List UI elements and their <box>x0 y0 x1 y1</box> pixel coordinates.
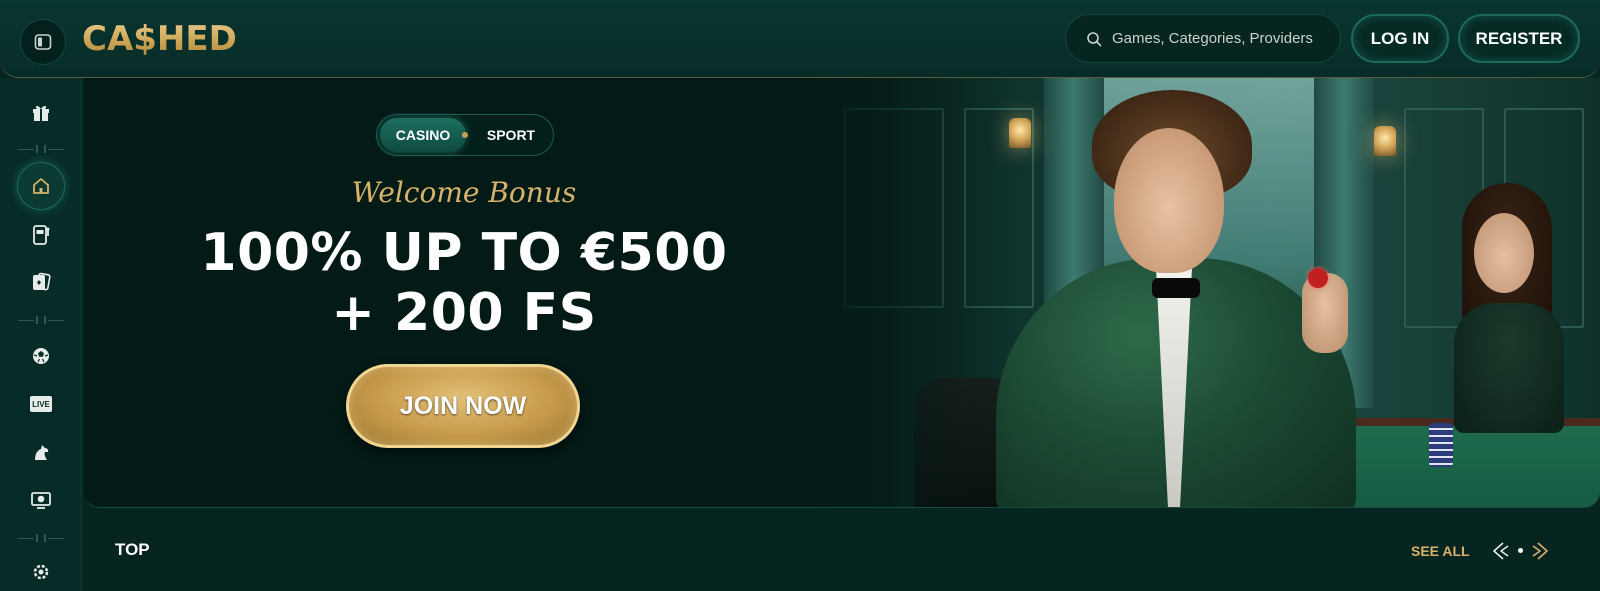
sidebar-toggle-icon <box>34 34 52 50</box>
switch-casino[interactable]: CASINO <box>380 118 466 152</box>
header: CA$HED Games, Categories, Providers LOG … <box>0 0 1600 78</box>
carousel-next-icon[interactable] <box>1530 539 1552 563</box>
welcome-bonus-label: Welcome Bonus <box>351 176 577 209</box>
casino-sport-switch: CASINO SPORT <box>376 114 554 156</box>
bonus-headline-line2: + 200 FS <box>331 283 597 343</box>
bonus-headline: 100% UP TO €500 + 200 FS <box>144 223 784 343</box>
register-button[interactable]: REGISTER <box>1458 14 1580 63</box>
search-placeholder: Games, Categories, Providers <box>1112 30 1313 47</box>
login-button[interactable]: LOG IN <box>1351 14 1449 63</box>
sidebar: LIVE <box>0 78 82 591</box>
sidebar-item-settings[interactable] <box>21 552 61 591</box>
search-icon <box>1087 31 1102 46</box>
search-input[interactable]: Games, Categories, Providers <box>1065 14 1341 63</box>
menu-toggle-button[interactable] <box>20 19 66 65</box>
sidebar-item-sports[interactable] <box>21 336 61 376</box>
join-now-button[interactable]: JOIN NOW <box>346 364 580 448</box>
settings-icon <box>33 564 49 580</box>
section-title-top: TOP <box>115 540 150 559</box>
bonus-headline-line1: 100% UP TO €500 <box>200 223 728 283</box>
horse-icon <box>35 445 49 460</box>
sidebar-divider <box>18 533 64 543</box>
see-all-link[interactable]: SEE ALL <box>1411 543 1470 559</box>
sidebar-item-home[interactable] <box>17 162 65 210</box>
sidebar-item-racing[interactable] <box>21 432 61 472</box>
sidebar-item-virtual-sports[interactable] <box>21 480 61 520</box>
live-label: LIVE <box>32 399 50 409</box>
hero-banner: CASINO SPORT Welcome Bonus 100% UP TO €5… <box>84 78 1600 508</box>
logo[interactable]: CA$HED <box>82 14 237 64</box>
sidebar-item-promotions[interactable] <box>21 92 61 132</box>
esports-icon <box>31 492 51 509</box>
home-icon <box>33 178 49 194</box>
switch-sport[interactable]: SPORT <box>471 118 551 152</box>
live-icon: LIVE <box>30 396 52 412</box>
carousel-dot <box>1518 548 1523 553</box>
sidebar-item-slots[interactable] <box>21 215 61 255</box>
sidebar-divider <box>18 144 64 154</box>
slot-machine-icon <box>33 225 50 245</box>
sports-ball-icon <box>33 348 49 364</box>
switch-separator-dot <box>462 132 468 138</box>
sidebar-divider <box>18 315 64 325</box>
gift-icon <box>33 105 49 121</box>
sidebar-item-live[interactable]: LIVE <box>21 384 61 424</box>
carousel-prev-icon[interactable] <box>1489 539 1511 563</box>
sidebar-item-table-games[interactable] <box>21 262 61 302</box>
cards-icon <box>33 272 51 291</box>
